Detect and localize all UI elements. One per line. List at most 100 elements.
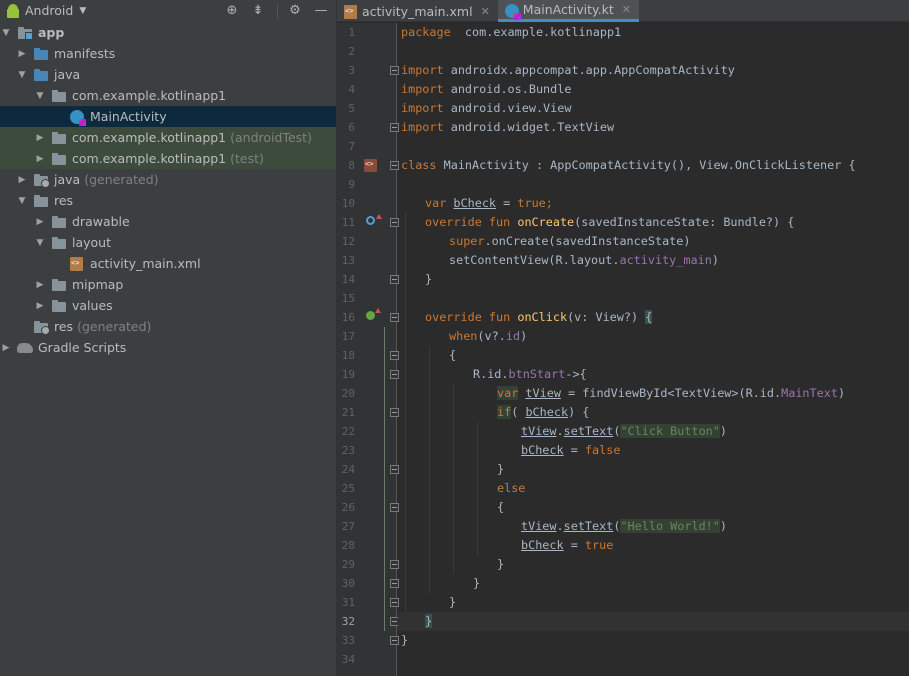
line-number: 18 [341,349,355,362]
code-line[interactable]: bCheck = false [398,441,909,460]
code-line[interactable]: super.onCreate(savedInstanceState) [398,232,909,251]
tree-item-label: layout [72,235,112,250]
expand-down-icon[interactable]: ▼ [16,70,28,80]
code-line[interactable]: } [398,631,909,650]
hide-panel-icon[interactable]: — [312,2,330,20]
code-line[interactable]: when(v?.id) [398,327,909,346]
code-line[interactable]: if( bCheck) { [398,403,909,422]
code-token: android.widget.TextView [443,120,615,134]
close-icon[interactable]: ✕ [622,3,631,16]
tab-mainactivity-kt[interactable]: MainActivity.kt ✕ [497,0,639,22]
expand-right-icon[interactable]: ▶ [0,343,12,353]
line-number: 32 [341,615,355,628]
code-line[interactable]: class MainActivity : AppCompatActivity()… [398,156,909,175]
expand-right-icon[interactable]: ▶ [34,133,46,143]
code-line[interactable] [398,137,909,156]
line-number: 23 [341,444,355,457]
expand-down-icon[interactable]: ▼ [0,28,12,38]
code-line[interactable]: else [398,479,909,498]
folder-icon [34,194,48,207]
code-token: = [496,196,518,210]
folder-icon [52,299,66,312]
tree-item[interactable]: activity_main.xml [0,253,336,274]
code-line[interactable] [398,650,909,669]
code-line[interactable]: override fun onClick(v: View?) { [398,308,909,327]
tree-item[interactable]: MainActivity [0,106,336,127]
tree-item[interactable]: ▶ drawable [0,211,336,232]
code-token: package [401,25,451,39]
expand-right-icon[interactable]: ▶ [34,280,46,290]
tree-item[interactable]: ▶ mipmap [0,274,336,295]
chevron-down-icon[interactable]: ▼ [79,6,86,16]
code-token: R.id. [473,367,509,381]
class-gutter-icon[interactable] [364,159,377,172]
code-line[interactable]: import android.view.View [398,99,909,118]
gear-icon[interactable]: ⚙ [286,2,304,20]
expand-down-icon[interactable]: ▼ [34,238,46,248]
code-token: MainText [781,386,838,400]
code-line[interactable]: } [398,460,909,479]
tree-item[interactable]: ▼ com.example.kotlinapp1 [0,85,336,106]
code-line[interactable]: import android.os.Bundle [398,80,909,99]
tree-item[interactable]: ▼ java [0,64,336,85]
code-line[interactable]: tView.setText("Click Button") [398,422,909,441]
code-line[interactable]: var bCheck = true; [398,194,909,213]
tree-item[interactable]: ▶ values [0,295,336,316]
override-gutter-icon[interactable] [366,214,382,225]
code-line[interactable]: tView.setText("Hello World!") [398,517,909,536]
expand-down-icon[interactable]: ▼ [16,196,28,206]
tree-item-suffix: (test) [230,151,264,166]
tab-activity_main-xml[interactable]: activity_main.xml ✕ [337,0,498,22]
xml-file-icon-wrapper [69,256,85,272]
code-line[interactable]: R.id.btnStart->{ [398,365,909,384]
expand-right-icon[interactable]: ▶ [16,49,28,59]
expand-right-icon[interactable]: ▶ [34,154,46,164]
project-view-selector[interactable]: Android [25,3,73,18]
tree-item[interactable]: ▶ com.example.kotlinapp1 (androidTest) [0,127,336,148]
code-line[interactable] [398,42,909,61]
code-token: } [449,595,457,609]
code-line[interactable]: import android.widget.TextView [398,118,909,137]
code-line[interactable]: var tView = findViewById<TextView>(R.id.… [398,384,909,403]
tree-item[interactable]: ▶ manifests [0,43,336,64]
code-line[interactable]: } [398,574,909,593]
code-area[interactable]: 1 2 3 4 5 6 7 8 9 10 11 12 13 14 15 16 17 18 19 20 21 22 23 24 2… [337,23,909,676]
folder-icon-wrapper [51,214,67,230]
tree-item[interactable]: ▶ com.example.kotlinapp1 (test) [0,148,336,169]
collapse-all-icon[interactable]: ⇟ [249,2,267,20]
code-line[interactable]: bCheck = true [398,536,909,555]
code-line[interactable]: } [398,612,909,631]
tab-label: activity_main.xml [362,3,473,19]
tree-item[interactable]: ▶ Gradle Scripts [0,337,336,358]
package-icon [52,152,66,165]
code-line[interactable]: } [398,593,909,612]
code-line[interactable]: override fun onCreate(savedInstanceState… [398,213,909,232]
code-token: ) [837,386,846,400]
code-line[interactable]: { [398,498,909,517]
tree-item[interactable]: ▼ layout [0,232,336,253]
code-line[interactable]: } [398,270,909,289]
expand-right-icon[interactable]: ▶ [34,301,46,311]
expand-right-icon[interactable]: ▶ [34,217,46,227]
implement-gutter-icon[interactable] [366,308,381,320]
code-line[interactable]: import androidx.appcompat.app.AppCompatA… [398,61,909,80]
code-line[interactable]: setContentView(R.layout.activity_main) [398,251,909,270]
tree-item[interactable]: ▼ app [0,22,336,43]
line-number: 13 [341,254,355,267]
expand-right-icon[interactable]: ▶ [16,175,28,185]
kotlin-class-icon [70,109,86,126]
tree-item[interactable]: res (generated) [0,316,336,337]
expand-down-icon[interactable]: ▼ [34,91,46,101]
code-line[interactable]: package com.example.kotlinapp1 [398,23,909,42]
code-token: ; [545,196,553,210]
editor-tabs: activity_main.xml ✕ MainActivity.kt ✕ [337,0,909,22]
locate-target-icon[interactable]: ⊕ [223,2,241,20]
code-line[interactable] [398,175,909,194]
code-line[interactable]: } [398,555,909,574]
tree-item[interactable]: ▼ res [0,190,336,211]
close-icon[interactable]: ✕ [481,5,490,18]
tree-item[interactable]: ▶ java (generated) [0,169,336,190]
code-line[interactable]: { [398,346,909,365]
code-lines[interactable]: package com.example.kotlinapp1 import and… [398,23,909,676]
code-line[interactable] [398,289,909,308]
